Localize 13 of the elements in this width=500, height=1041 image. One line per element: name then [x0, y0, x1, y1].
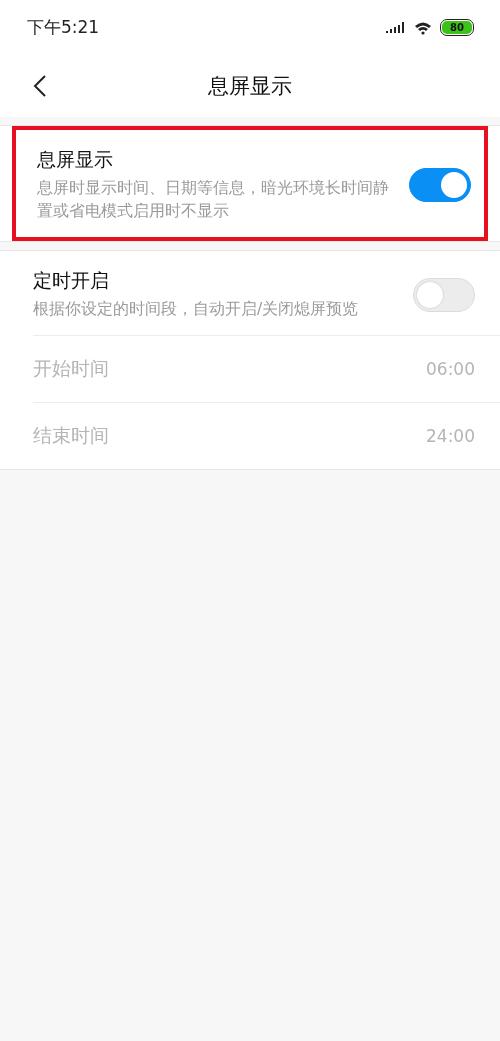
time-value: 24:00: [426, 426, 475, 446]
status-time: 下午5:21: [27, 16, 100, 39]
back-icon[interactable]: [33, 74, 47, 98]
signal-icon: [386, 21, 406, 34]
page-title: 息屏显示: [208, 73, 292, 100]
time-value: 06:00: [426, 359, 475, 379]
wifi-icon: [414, 20, 432, 35]
setting-title: 定时开启: [33, 268, 110, 293]
toggle-switch[interactable]: [409, 168, 471, 202]
setting-description: 息屏时显示时间、日期等信息，暗光环境长时间静置或省电模式启用时不显示: [37, 178, 390, 222]
setting-title: 息屏显示: [37, 147, 114, 172]
battery-indicator: 80: [440, 19, 474, 36]
setting-description: 根据你设定的时间段，自动开启/关闭熄屏预览: [33, 299, 360, 320]
